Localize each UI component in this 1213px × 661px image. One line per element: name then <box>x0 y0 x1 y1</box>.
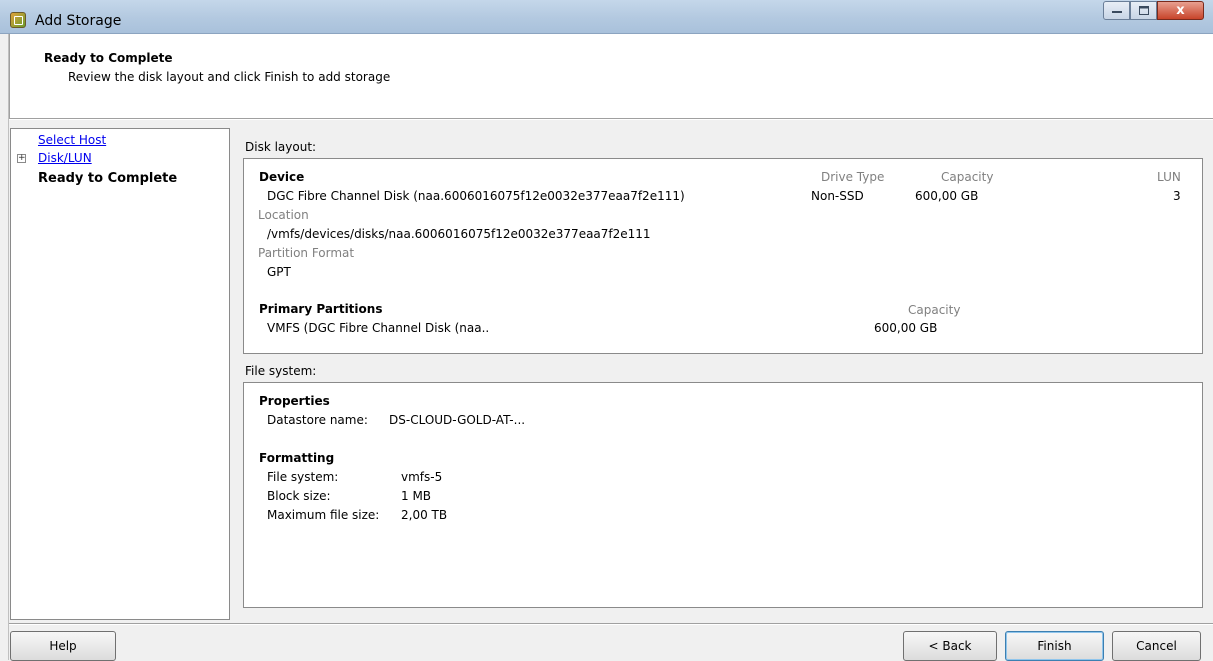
window-title: Add Storage <box>35 13 122 29</box>
nav-item-select-host[interactable]: Select Host <box>38 133 106 147</box>
title-bar: Add Storage x <box>0 0 1213 34</box>
partition-format-label: Partition Format <box>258 246 355 260</box>
block-size-value: 1 MB <box>401 489 432 503</box>
file-system-label: File system: <box>245 364 317 378</box>
max-file-size-label: Maximum file size: <box>267 508 380 522</box>
back-button[interactable]: < Back <box>903 631 997 661</box>
drive-type-header: Drive Type <box>821 170 885 184</box>
primary-partitions-heading: Primary Partitions <box>259 302 383 316</box>
file-system-panel: Properties Datastore name: DS-CLOUD-GOLD… <box>243 382 1203 608</box>
page-subtitle: Review the disk layout and click Finish … <box>68 70 391 84</box>
datastore-name-value: DS-CLOUD-GOLD-AT-... <box>389 413 526 427</box>
capacity-value: 600,00 GB <box>915 189 979 203</box>
page-title: Ready to Complete <box>44 51 173 65</box>
nav-item-ready-to-complete: Ready to Complete <box>38 171 178 186</box>
lun-value: 3 <box>1173 189 1181 203</box>
finish-button[interactable]: Finish <box>1005 631 1104 661</box>
location-label: Location <box>258 208 309 222</box>
close-icon[interactable]: x <box>1157 1 1204 20</box>
disk-layout-label: Disk layout: <box>245 140 317 154</box>
datastore-name-label: Datastore name: <box>267 413 368 427</box>
max-file-size-value: 2,00 TB <box>401 508 448 522</box>
cancel-button[interactable]: Cancel <box>1112 631 1201 661</box>
nav-item-disk-lun[interactable]: Disk/LUN <box>38 151 92 165</box>
drive-type-value: Non-SSD <box>811 189 864 203</box>
header-divider <box>9 118 1213 120</box>
expand-icon[interactable]: + <box>17 154 26 163</box>
partition-capacity-value: 600,00 GB <box>874 321 938 335</box>
wizard-steps-nav: Select Host + Disk/LUN Ready to Complete <box>10 128 230 620</box>
disk-layout-panel: Device Drive Type Capacity LUN DGC Fibre… <box>243 158 1203 354</box>
block-size-label: Block size: <box>267 489 331 503</box>
partition-capacity-header: Capacity <box>908 303 961 317</box>
formatting-heading: Formatting <box>259 451 335 465</box>
help-button[interactable]: Help <box>10 631 116 661</box>
app-icon <box>10 12 26 28</box>
maximize-icon[interactable] <box>1130 1 1157 20</box>
partition-name: VMFS (DGC Fibre Channel Disk (naa.. <box>267 321 490 335</box>
location-value: /vmfs/devices/disks/naa.6006016075f12e00… <box>267 227 651 241</box>
window-frame-edge <box>0 34 9 660</box>
device-heading: Device <box>259 170 305 184</box>
properties-heading: Properties <box>259 394 330 408</box>
partition-format-value: GPT <box>267 265 291 279</box>
lun-header: LUN <box>1157 170 1181 184</box>
device-name: DGC Fibre Channel Disk (naa.6006016075f1… <box>267 189 685 203</box>
minimize-icon[interactable] <box>1103 1 1130 20</box>
capacity-header: Capacity <box>941 170 994 184</box>
window-controls: x <box>1103 1 1204 20</box>
wizard-header: Ready to Complete Review the disk layout… <box>9 34 1213 118</box>
footer-divider <box>9 623 1213 625</box>
file-system-type-value: vmfs-5 <box>401 470 443 484</box>
file-system-type-label: File system: <box>267 470 339 484</box>
